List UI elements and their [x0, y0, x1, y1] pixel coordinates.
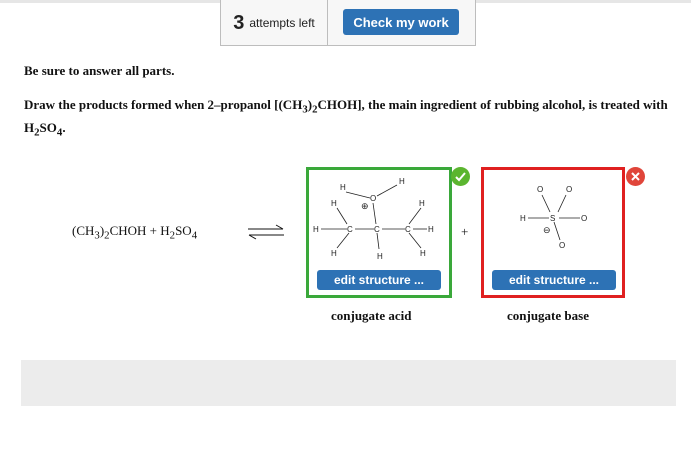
atom-h: H: [428, 225, 434, 234]
atom-o: O: [566, 185, 572, 194]
atom-h: H: [420, 249, 426, 258]
atom-o: O: [559, 241, 565, 250]
atom-o: O: [370, 194, 376, 203]
conjugate-base-answer-box[interactable]: O O H S O ⊖ O edit structure ...: [481, 167, 625, 298]
atom-s: S: [550, 214, 555, 223]
conjugate-acid-structure: H H O ⊕ H H H C C C H H H H: [313, 177, 434, 261]
atom-h: H: [377, 252, 383, 261]
attempts-label: attempts left: [249, 16, 315, 30]
atom-h: H: [331, 249, 337, 258]
close-x-icon: [626, 167, 645, 186]
instruction-text: Be sure to answer all parts.: [24, 63, 175, 78]
atom-c: C: [347, 225, 353, 234]
reactants-equation: (CH3)2CHOH + H2SO4: [72, 223, 198, 242]
oxide-charge: ⊖: [543, 225, 551, 235]
conjugate-acid-label: conjugate acid: [331, 308, 412, 323]
atom-c: C: [374, 225, 380, 234]
attempts-counter: 3 attempts left: [221, 0, 328, 46]
conjugate-base-structure: O O H S O ⊖ O: [520, 185, 587, 250]
edit-structure-button[interactable]: edit structure ...: [492, 270, 616, 290]
checkmark-icon: [451, 167, 470, 186]
atom-h: H: [419, 199, 425, 208]
equilibrium-arrow-icon: [248, 224, 284, 240]
atom-h: H: [520, 214, 526, 223]
plus-sign: +: [461, 224, 469, 239]
atom-h: H: [340, 183, 346, 192]
check-my-work-button[interactable]: Check my work: [343, 9, 459, 35]
conjugate-base-label: conjugate base: [507, 308, 589, 323]
feedback-panel: [21, 360, 676, 406]
atom-h: H: [331, 199, 337, 208]
atom-h: H: [313, 225, 319, 234]
question-text: Draw the products formed when 2–propanol…: [24, 97, 668, 139]
attempts-number: 3: [233, 11, 245, 34]
attempts-toolbar: 3 attempts left Check my work: [220, 0, 476, 46]
atom-h: H: [399, 177, 405, 186]
edit-structure-button[interactable]: edit structure ...: [317, 270, 441, 290]
atom-c: C: [405, 225, 411, 234]
conjugate-acid-answer-box[interactable]: H H O ⊕ H H H C C C H H H H edit structu…: [306, 167, 452, 298]
atom-o: O: [537, 185, 543, 194]
atom-o: O: [581, 214, 587, 223]
oxonium-charge: ⊕: [361, 201, 369, 211]
